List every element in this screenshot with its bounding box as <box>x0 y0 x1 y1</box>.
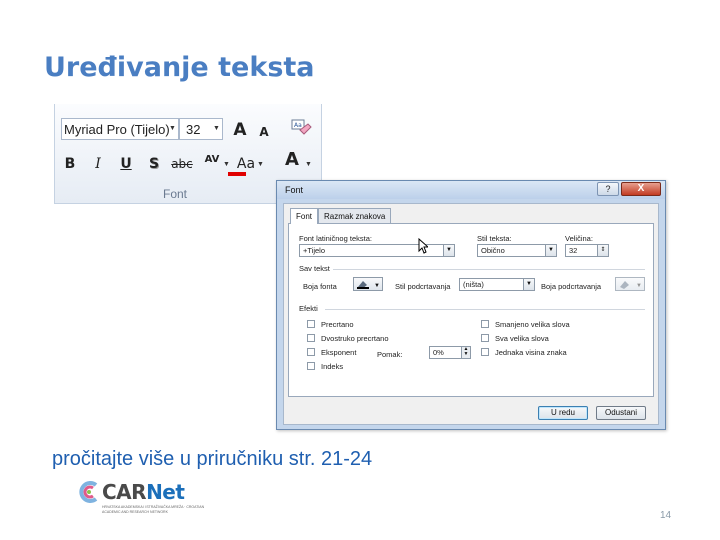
ribbon-group-label: Font <box>162 187 187 201</box>
dialog-body: Font Razmak znakova Font latiničnog teks… <box>283 203 659 425</box>
ribbon-font-name-box[interactable]: Myriad Pro (Tijelo) <box>61 118 179 140</box>
underline-color-picker[interactable]: ▼ <box>615 277 645 291</box>
size-label: Veličina: <box>565 234 593 243</box>
bold-button[interactable]: B <box>59 154 81 174</box>
chevron-down-icon[interactable]: ▼ <box>545 245 556 256</box>
underline-style-label: Stil podcrtavanja <box>395 282 451 291</box>
change-case-dropdown-icon[interactable]: ▼ <box>257 161 264 168</box>
character-spacing-button[interactable]: AV <box>199 150 225 170</box>
all-text-label: Sav tekst <box>299 264 330 273</box>
checkbox-strikethrough[interactable] <box>307 320 315 328</box>
italic-button[interactable]: I <box>87 154 109 174</box>
logo-subtitle: HRVATSKA AKADEMSKA I ISTRAŽIVAČKA MREŽA … <box>102 505 205 514</box>
style-value: Obično <box>481 246 505 255</box>
checkbox-label: Precrtano <box>321 320 354 329</box>
font-color-indicator <box>228 172 246 176</box>
font-latin-combo[interactable]: +Tijelo ▼ <box>299 244 455 257</box>
font-color-label: Boja fonta <box>303 282 337 291</box>
clear-formatting-icon[interactable]: Aa <box>289 118 313 138</box>
font-size-dropdown-icon[interactable]: ▼ <box>213 125 220 132</box>
offset-spinner[interactable]: 0% ▲ ▼ <box>429 346 471 359</box>
help-button[interactable]: ? <box>597 182 619 196</box>
svg-text:▼: ▼ <box>374 283 380 289</box>
checkbox-superscript[interactable] <box>307 348 315 356</box>
chevron-down-icon[interactable]: ▼ <box>443 245 454 256</box>
effects-label: Efekti <box>299 304 318 313</box>
logo-part1: CAR <box>102 480 147 504</box>
font-latin-value: +Tijelo <box>303 246 326 255</box>
slide-title: Uređivanje teksta <box>44 52 315 83</box>
underline-style-combo[interactable]: (ništa) ▼ <box>459 278 535 291</box>
checkbox-label: Indeks <box>321 362 344 371</box>
checkbox-label: Eksponent <box>321 348 357 357</box>
font-dialog: Font ? X Font Razmak znakova Font latini… <box>276 180 666 430</box>
font-color-button[interactable]: A <box>281 150 303 170</box>
spacing-dropdown-icon[interactable]: ▼ <box>223 161 230 168</box>
dialog-titlebar[interactable]: Font ? X <box>277 181 665 199</box>
carnet-logo-icon <box>79 481 98 503</box>
offset-value: 0% <box>433 348 444 357</box>
change-case-button[interactable]: Aa <box>233 154 259 174</box>
dialog-title: Font <box>285 185 304 195</box>
logo-wordmark: CARNet <box>102 480 185 504</box>
underline-color-label: Boja podcrtavanja <box>541 282 602 291</box>
shrink-font-icon[interactable]: A <box>253 122 275 142</box>
strikethrough-button[interactable]: abc <box>169 154 195 174</box>
title-band <box>0 0 720 102</box>
spinner-icon[interactable]: ▲ ▼ <box>461 347 470 358</box>
checkbox-label: Smanjeno velika slova <box>495 320 570 329</box>
cancel-button[interactable]: Odustani <box>596 406 646 420</box>
tab-character-spacing[interactable]: Razmak znakova <box>318 208 392 224</box>
checkbox-subscript[interactable] <box>307 362 315 370</box>
svg-text:▼: ▼ <box>636 283 642 289</box>
slide: Uređivanje teksta Myriad Pro (Tijelo) ▼ … <box>0 0 720 540</box>
checkbox-double-strikethrough[interactable] <box>307 334 315 342</box>
checkbox-label: Dvostruko precrtano <box>321 334 389 343</box>
tab-panel-font: Font latiničnog teksta: +Tijelo ▼ Stil t… <box>288 223 654 397</box>
checkbox-all-caps[interactable] <box>481 334 489 342</box>
checkbox-equalize-height[interactable] <box>481 348 489 356</box>
checkbox-label: Sva velika slova <box>495 334 549 343</box>
section-divider <box>325 309 645 310</box>
close-button[interactable]: X <box>621 182 661 196</box>
tab-font[interactable]: Font <box>290 208 319 224</box>
grow-font-icon[interactable]: A <box>229 120 251 140</box>
underline-style-value: (ništa) <box>463 280 484 289</box>
font-name-dropdown-icon[interactable]: ▼ <box>169 125 176 132</box>
mouse-cursor-icon <box>418 237 430 257</box>
font-latin-label: Font latiničnog teksta: <box>299 234 372 243</box>
offset-label: Pomak: <box>377 350 403 359</box>
section-divider <box>333 269 645 270</box>
svg-text:Aa: Aa <box>294 122 302 129</box>
style-label: Stil teksta: <box>477 234 512 243</box>
page-number: 14 <box>660 510 672 521</box>
size-value: 32 <box>569 246 578 255</box>
chevron-down-icon[interactable]: ▼ <box>523 279 534 290</box>
ok-button[interactable]: U redu <box>538 406 588 420</box>
shadow-button[interactable]: S <box>143 154 165 174</box>
checkbox-label: Jednaka visina znaka <box>495 348 567 357</box>
logo-part2: Net <box>146 480 185 504</box>
checkbox-small-caps[interactable] <box>481 320 489 328</box>
read-more-text: pročitajte više u priručniku str. 21-24 <box>52 448 373 470</box>
spinner-icon[interactable]: ⇕ <box>597 245 608 256</box>
carnet-logo: CARNet HRVATSKA AKADEMSKA I ISTRAŽIVAČKA… <box>78 478 208 518</box>
underline-button[interactable]: U <box>115 154 137 174</box>
style-combo[interactable]: Obično ▼ <box>477 244 557 257</box>
size-combo[interactable]: 32 ⇕ <box>565 244 609 257</box>
font-color-picker[interactable]: ▼ <box>353 277 383 291</box>
font-color-dropdown-icon[interactable]: ▼ <box>305 161 312 168</box>
